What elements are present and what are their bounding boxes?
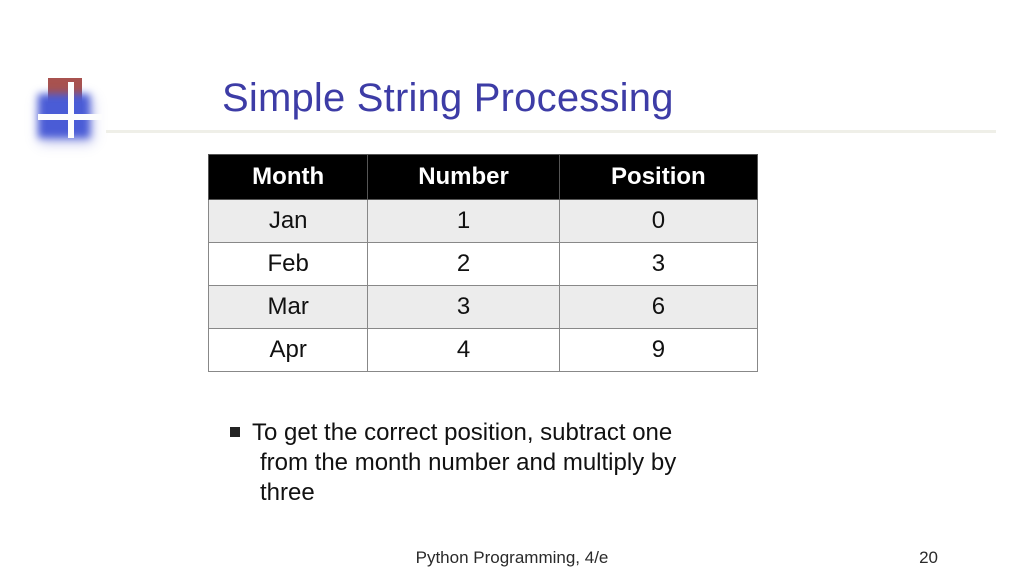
cell-position: 6 [559,286,757,329]
table-header-row: Month Number Position [209,155,758,200]
cell-month: Jan [209,200,368,243]
table-row: Feb 2 3 [209,243,758,286]
bullet-text-line3: three [230,478,790,508]
title-underline [106,130,996,133]
slide-title: Simple String Processing [222,76,674,121]
cell-position: 9 [559,329,757,372]
page-number: 20 [919,548,938,568]
bullet-text-line1: To get the correct position, subtract on… [252,419,672,446]
cell-number: 1 [368,200,559,243]
footer-book-title: Python Programming, 4/e [0,548,1024,568]
col-number: Number [368,155,559,200]
cell-position: 0 [559,200,757,243]
cell-month: Apr [209,329,368,372]
cell-number: 4 [368,329,559,372]
cell-month: Mar [209,286,368,329]
cell-number: 2 [368,243,559,286]
cell-month: Feb [209,243,368,286]
logo-icon [38,78,108,138]
cell-position: 3 [559,243,757,286]
bullet-square-icon [230,427,240,437]
bullet-item: To get the correct position, subtract on… [230,418,790,508]
col-month: Month [209,155,368,200]
table-row: Jan 1 0 [209,200,758,243]
table-row: Mar 3 6 [209,286,758,329]
cell-number: 3 [368,286,559,329]
table-row: Apr 4 9 [209,329,758,372]
col-position: Position [559,155,757,200]
bullet-text-line2: from the month number and multiply by [230,448,790,478]
month-table: Month Number Position Jan 1 0 Feb 2 3 Ma… [208,154,758,372]
slide: Simple String Processing Month Number Po… [0,0,1024,576]
